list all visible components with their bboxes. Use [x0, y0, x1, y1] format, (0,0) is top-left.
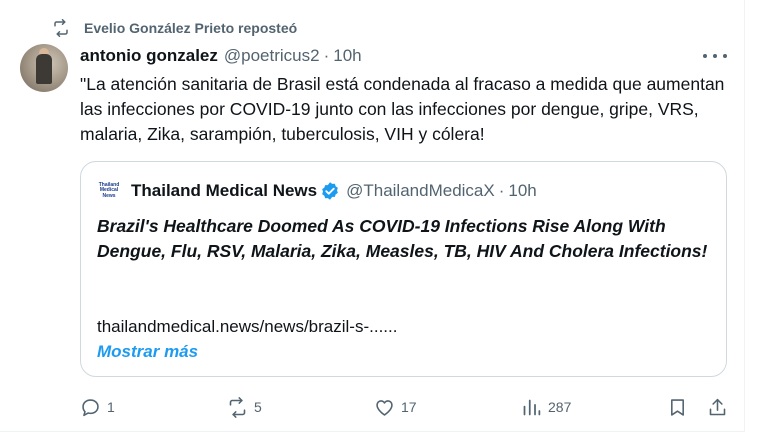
quoted-tweet[interactable]: Thailand Medical News Thailand Medical N…: [80, 161, 727, 377]
share-button[interactable]: [707, 394, 728, 420]
separator-dot: ·: [323, 46, 330, 65]
quoted-tweet-header: Thailand Medical News Thailand Medical N…: [97, 178, 537, 204]
author-handle[interactable]: @poetricus2: [224, 46, 320, 66]
bookmark-button[interactable]: [667, 394, 688, 420]
quoted-author-name[interactable]: Thailand Medical News: [131, 181, 317, 201]
reply-count: 1: [107, 399, 115, 415]
reply-icon: [82, 398, 99, 416]
like-button[interactable]: 17: [374, 394, 417, 420]
like-count: 17: [401, 399, 417, 415]
views-count: 287: [548, 399, 572, 415]
more-options-icon[interactable]: [703, 48, 727, 64]
quoted-tweet-title: Brazil's Healthcare Doomed As COVID-19 I…: [97, 216, 708, 261]
avatar[interactable]: [20, 44, 68, 92]
show-more-link[interactable]: Mostrar más: [97, 342, 198, 362]
repost-button[interactable]: 5: [227, 394, 262, 420]
tweet-text: "La atención sanitaria de Brasil está co…: [80, 74, 725, 144]
action-bar: 1 5 17 287: [80, 394, 730, 420]
views-button[interactable]: 287: [521, 394, 571, 420]
quoted-author-handle[interactable]: @ThailandMedicaX: [346, 181, 495, 201]
bookmark-icon: [671, 398, 684, 416]
tweet-header: antonio gonzalez @poetricus2 · 10h: [80, 44, 362, 68]
reply-button[interactable]: 1: [80, 394, 115, 420]
verified-badge-icon: [322, 182, 338, 200]
repost-indicator: Evelio González Prieto reposteó: [52, 18, 297, 38]
author-name[interactable]: antonio gonzalez: [80, 46, 218, 66]
tweet-time[interactable]: 10h: [333, 46, 361, 66]
quoted-tweet-link[interactable]: thailandmedical.news/news/brazil-s-.....…: [97, 317, 397, 337]
repost-label[interactable]: Evelio González Prieto reposteó: [84, 20, 297, 36]
repost-count: 5: [254, 399, 262, 415]
heart-icon: [376, 399, 393, 416]
share-icon: [709, 398, 726, 415]
repost-icon: [54, 19, 68, 37]
repost-action-icon: [229, 396, 246, 418]
thailand-medical-news-logo[interactable]: Thailand Medical News: [97, 179, 121, 203]
tweet-card[interactable]: Evelio González Prieto reposteó antonio …: [0, 0, 745, 432]
quoted-separator-dot: ·: [498, 181, 505, 200]
quoted-tweet-time[interactable]: 10h: [508, 181, 536, 201]
views-chart-icon: [523, 399, 541, 415]
